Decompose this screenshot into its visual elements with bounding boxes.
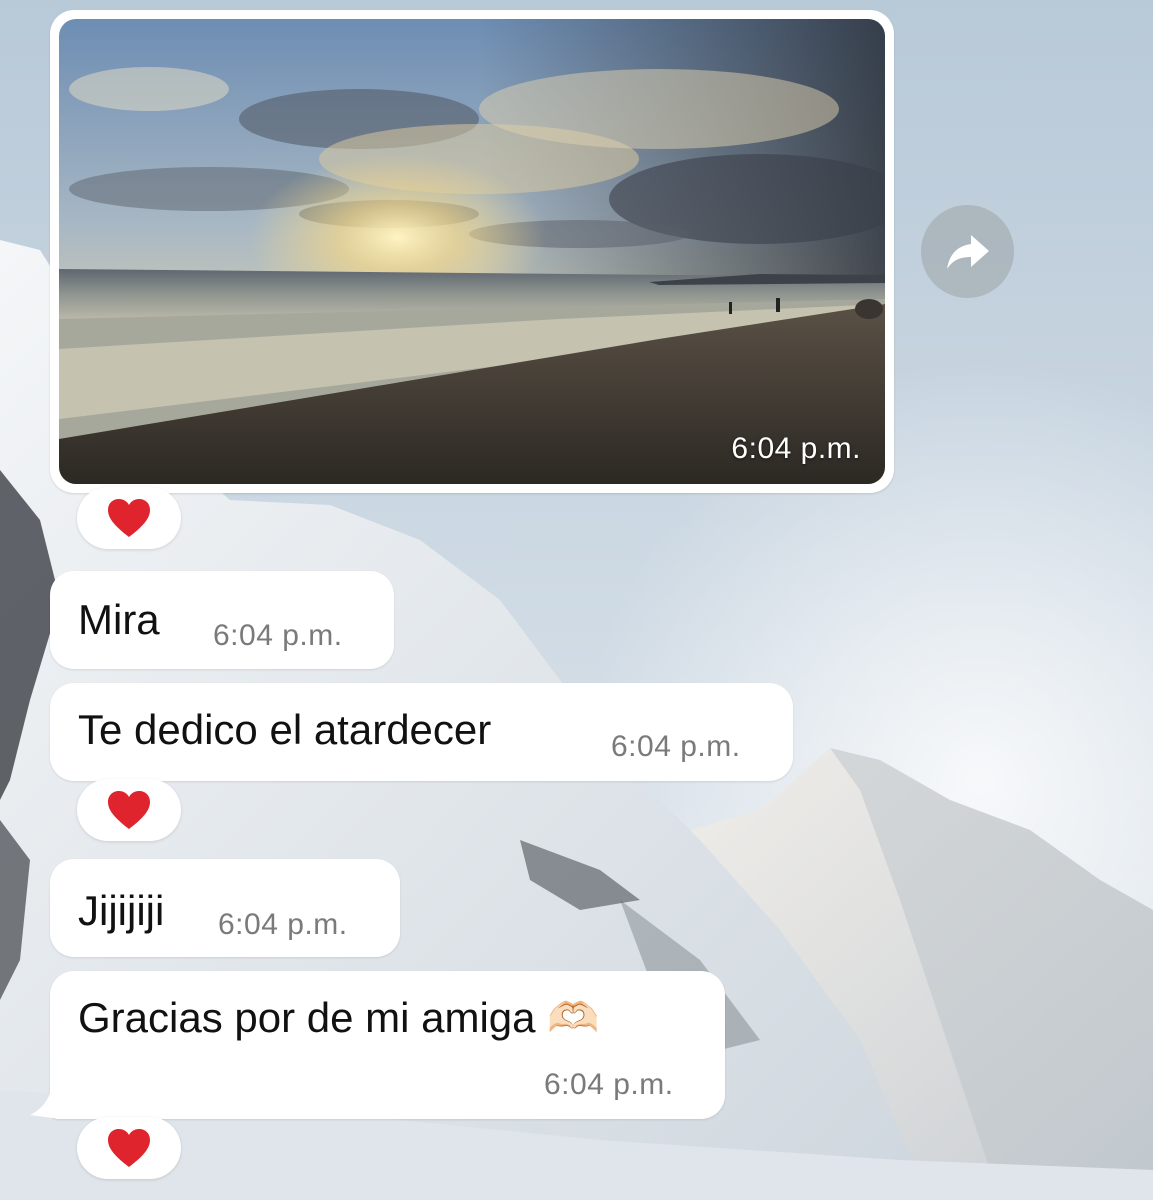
red-heart-icon — [108, 499, 150, 537]
heart-reaction[interactable] — [77, 1117, 181, 1179]
message-bubble[interactable]: Gracias por de mi amiga 🫶🏻 6:04 p.m. — [50, 971, 725, 1119]
photo-timestamp: 6:04 p.m. — [731, 432, 861, 465]
message-text: Mira — [78, 596, 160, 643]
forward-button[interactable] — [921, 205, 1014, 298]
message-bubble[interactable]: Mira 6:04 p.m. — [50, 571, 394, 669]
heart-reaction[interactable] — [77, 487, 181, 549]
message-timestamp: 6:04 p.m. — [611, 730, 741, 763]
message-text: Gracias por de mi amiga 🫶🏻 — [78, 994, 600, 1041]
heart-reaction[interactable] — [77, 779, 181, 841]
message-timestamp: 6:04 p.m. — [544, 1068, 674, 1101]
message-bubble[interactable]: Te dedico el atardecer 6:04 p.m. — [50, 683, 793, 781]
message-bubble[interactable]: Jijijiji 6:04 p.m. — [50, 859, 400, 957]
message-text: Jijijiji — [78, 887, 165, 934]
photo-message-bubble[interactable]: 6:04 p.m. — [50, 10, 894, 493]
beach-sunset-photo[interactable]: 6:04 p.m. — [59, 19, 885, 484]
message-timestamp: 6:04 p.m. — [213, 619, 343, 652]
red-heart-icon — [108, 791, 150, 829]
message-text: Te dedico el atardecer — [78, 706, 492, 753]
forward-arrow-icon — [946, 234, 989, 269]
red-heart-icon — [108, 1129, 150, 1167]
message-timestamp: 6:04 p.m. — [218, 908, 348, 941]
bubble-tail — [30, 1085, 70, 1119]
